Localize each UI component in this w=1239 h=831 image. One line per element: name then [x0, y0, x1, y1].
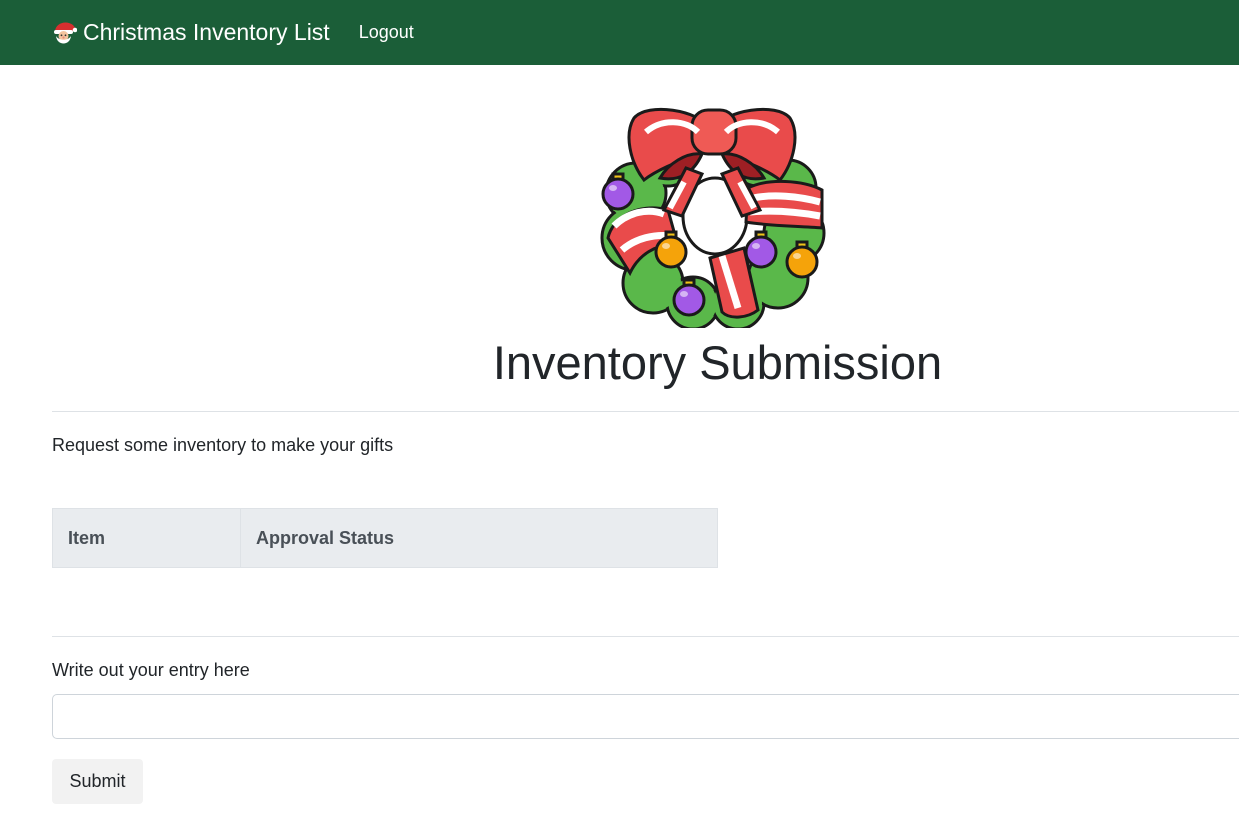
column-header-item: Item	[52, 508, 241, 568]
inventory-table: Item Approval Status	[52, 508, 718, 568]
santa-face-icon	[54, 22, 77, 43]
brand-link[interactable]: Christmas Inventory List	[52, 19, 330, 46]
brand-title: Christmas Inventory List	[83, 19, 330, 45]
submit-button[interactable]: Submit	[52, 759, 143, 804]
divider	[52, 636, 1239, 637]
column-header-approval-status: Approval Status	[240, 508, 718, 568]
entry-input[interactable]	[52, 694, 1239, 739]
page-title: Inventory Submission	[492, 336, 943, 389]
navbar: Christmas Inventory List Logout	[0, 0, 1239, 65]
logout-link[interactable]: Logout	[359, 22, 414, 43]
entry-label: Write out your entry here	[52, 660, 250, 680]
intro-text: Request some inventory to make your gift…	[52, 435, 394, 455]
table-header-row: Item Approval Status	[52, 508, 718, 568]
christmas-wreath-icon	[600, 107, 826, 328]
divider	[52, 411, 1239, 412]
